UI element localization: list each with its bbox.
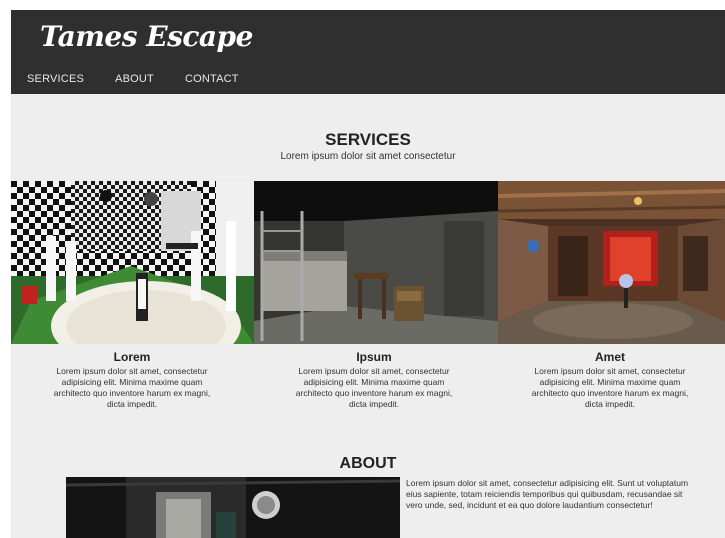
about-photo — [66, 477, 400, 538]
nav-services-link[interactable]: SERVICES — [27, 73, 84, 85]
site-header: Tames Escape SERVICES ABOUT CONTACT — [11, 10, 725, 94]
about-heading: ABOUT — [339, 455, 397, 472]
service-card-title: Amet — [594, 350, 625, 364]
service-card-text: Lorem ipsum dolor sit amet, consectetur … — [53, 366, 211, 409]
service-card-title: Lorem — [113, 350, 151, 364]
page-frame: Tames Escape SERVICES ABOUT CONTACT SERV… — [11, 10, 725, 538]
services-photo-ipsum — [254, 181, 498, 344]
service-card-lorem: Lorem Lorem ipsum dolor sit amet, consec… — [32, 350, 232, 410]
services-heading: SERVICES — [325, 130, 411, 149]
services-photo-lorem — [11, 181, 254, 344]
nav-about-link[interactable]: ABOUT — [115, 73, 154, 85]
services-subtitle: Lorem ipsum dolor sit amet consectetur — [280, 151, 456, 162]
service-card-text: Lorem ipsum dolor sit amet, consectetur … — [531, 366, 689, 409]
nav-contact-link[interactable]: CONTACT — [185, 73, 239, 85]
main-nav: SERVICES ABOUT CONTACT — [27, 73, 270, 85]
site-logo[interactable]: Tames Escape — [40, 20, 253, 53]
service-card-title: Ipsum — [356, 350, 392, 364]
service-card-text: Lorem ipsum dolor sit amet, consectetur … — [295, 366, 453, 409]
service-card-ipsum: Ipsum Lorem ipsum dolor sit amet, consec… — [274, 350, 474, 410]
about-text: Lorem ipsum dolor sit amet, consectetur … — [406, 478, 689, 510]
service-card-amet: Amet Lorem ipsum dolor sit amet, consect… — [510, 350, 710, 410]
services-photo-amet — [498, 181, 725, 344]
